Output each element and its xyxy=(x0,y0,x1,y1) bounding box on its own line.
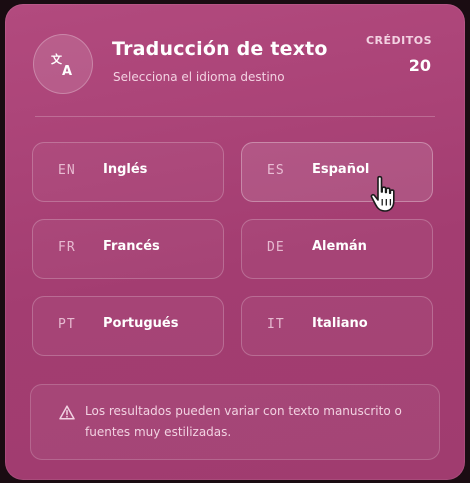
translate-logo: 文 A xyxy=(33,34,93,94)
language-option-de[interactable]: DE Alemán xyxy=(241,219,433,279)
page-subtitle: Selecciona el idioma destino xyxy=(113,70,285,84)
panel-header: 文 A Traducción de texto Selecciona el id… xyxy=(5,4,465,114)
warning-icon xyxy=(59,405,75,420)
notice-text: Los resultados pueden variar con texto m… xyxy=(85,404,402,439)
info-notice: Los resultados pueden variar con texto m… xyxy=(30,384,440,460)
language-code: ES xyxy=(267,163,285,178)
svg-text:A: A xyxy=(62,64,72,79)
language-name: Francés xyxy=(103,239,160,254)
language-code: IT xyxy=(267,317,285,332)
language-code: DE xyxy=(267,240,285,255)
credits-value: 20 xyxy=(408,56,431,75)
language-option-fr[interactable]: FR Francés xyxy=(32,219,224,279)
language-option-pt[interactable]: PT Portugués xyxy=(32,296,224,356)
translate-icon: 文 A xyxy=(51,52,72,79)
language-name: Italiano xyxy=(312,316,368,331)
language-name: Inglés xyxy=(103,162,148,177)
page-title: Traducción de texto xyxy=(112,38,328,60)
header-divider xyxy=(35,116,435,117)
language-code: FR xyxy=(58,240,76,255)
language-name: Portugués xyxy=(103,316,179,331)
language-option-it[interactable]: IT Italiano xyxy=(241,296,433,356)
language-option-en[interactable]: EN Inglés xyxy=(32,142,224,202)
hand-pointer-icon xyxy=(370,175,395,212)
language-code: EN xyxy=(58,163,76,178)
language-name: Español xyxy=(312,162,370,177)
language-name: Alemán xyxy=(312,239,367,254)
translation-panel: 文 A Traducción de texto Selecciona el id… xyxy=(5,4,465,480)
language-option-es[interactable]: ES Español xyxy=(241,142,433,202)
credits-label: CRÉDITOS xyxy=(365,34,432,47)
language-code: PT xyxy=(58,317,76,332)
